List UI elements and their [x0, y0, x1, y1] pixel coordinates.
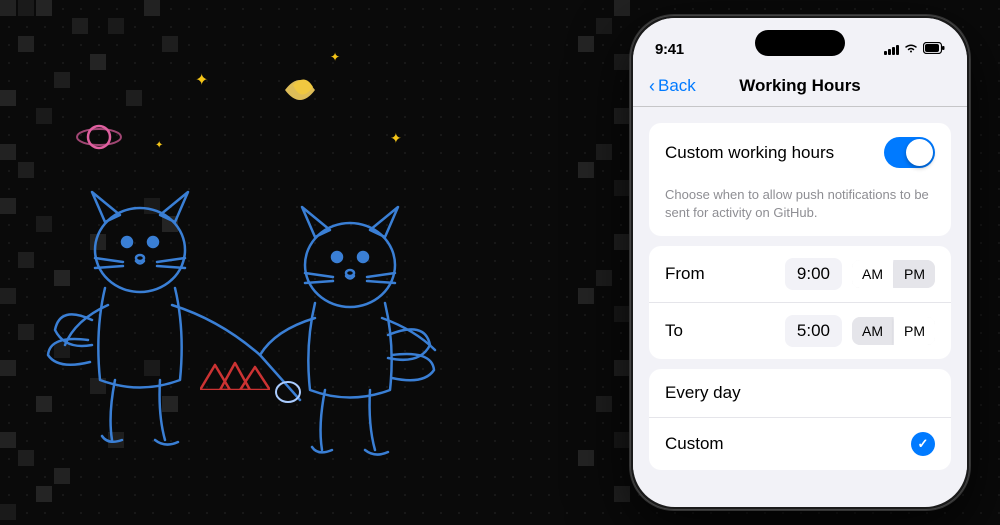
from-row: From 9:00 AM PM [649, 246, 951, 303]
every-day-row[interactable]: Every day [649, 369, 951, 418]
phone-screen: 9:41 [633, 18, 967, 507]
status-icons [884, 42, 945, 57]
from-pm-button[interactable]: PM [894, 260, 935, 288]
toggle-thumb [906, 139, 933, 166]
to-label: To [665, 321, 715, 341]
dynamic-island [755, 30, 845, 56]
artwork-area: ✦ ✦ ✦ ✦ [0, 0, 480, 525]
content-area: Custom working hours Choose when to allo… [633, 107, 967, 470]
toggle-row: Custom working hours [649, 123, 951, 182]
nav-bar: ‹ Back Working Hours [633, 68, 967, 107]
custom-checkmark: ✓ [911, 432, 935, 456]
back-chevron-icon: ‹ [649, 76, 655, 97]
custom-label: Custom [665, 434, 911, 454]
from-am-button[interactable]: AM [852, 260, 893, 288]
nav-title: Working Hours [739, 76, 861, 96]
sparkle-1: ✦ [195, 70, 208, 90]
to-am-button[interactable]: AM [852, 317, 893, 345]
toggle-label: Custom working hours [665, 143, 834, 163]
status-time: 9:41 [655, 41, 684, 58]
every-day-label: Every day [665, 383, 935, 403]
from-am-pm-group: AM PM [852, 260, 935, 288]
toggle-description: Choose when to allow push notifications … [649, 182, 951, 236]
from-label: From [665, 264, 715, 284]
to-time-value[interactable]: 5:00 [785, 315, 842, 347]
custom-row[interactable]: Custom ✓ [649, 418, 951, 470]
to-row: To 5:00 AM PM [649, 303, 951, 359]
signal-icon [884, 43, 899, 55]
battery-icon [923, 42, 945, 57]
schedule-card: Every day Custom ✓ [649, 369, 951, 470]
wifi-icon [904, 42, 918, 56]
from-time-value[interactable]: 9:00 [785, 258, 842, 290]
back-label: Back [658, 76, 696, 96]
back-button[interactable]: ‹ Back [649, 76, 696, 97]
to-am-pm-group: AM PM [852, 317, 935, 345]
status-bar: 9:41 [633, 18, 967, 68]
phone-device: 9:41 [630, 15, 970, 510]
toggle-switch[interactable] [884, 137, 935, 168]
to-pm-button[interactable]: PM [894, 317, 935, 345]
time-card: From 9:00 AM PM To 5:00 [649, 246, 951, 359]
toggle-card: Custom working hours Choose when to allo… [649, 123, 951, 236]
phone-shell: 9:41 [630, 15, 970, 510]
